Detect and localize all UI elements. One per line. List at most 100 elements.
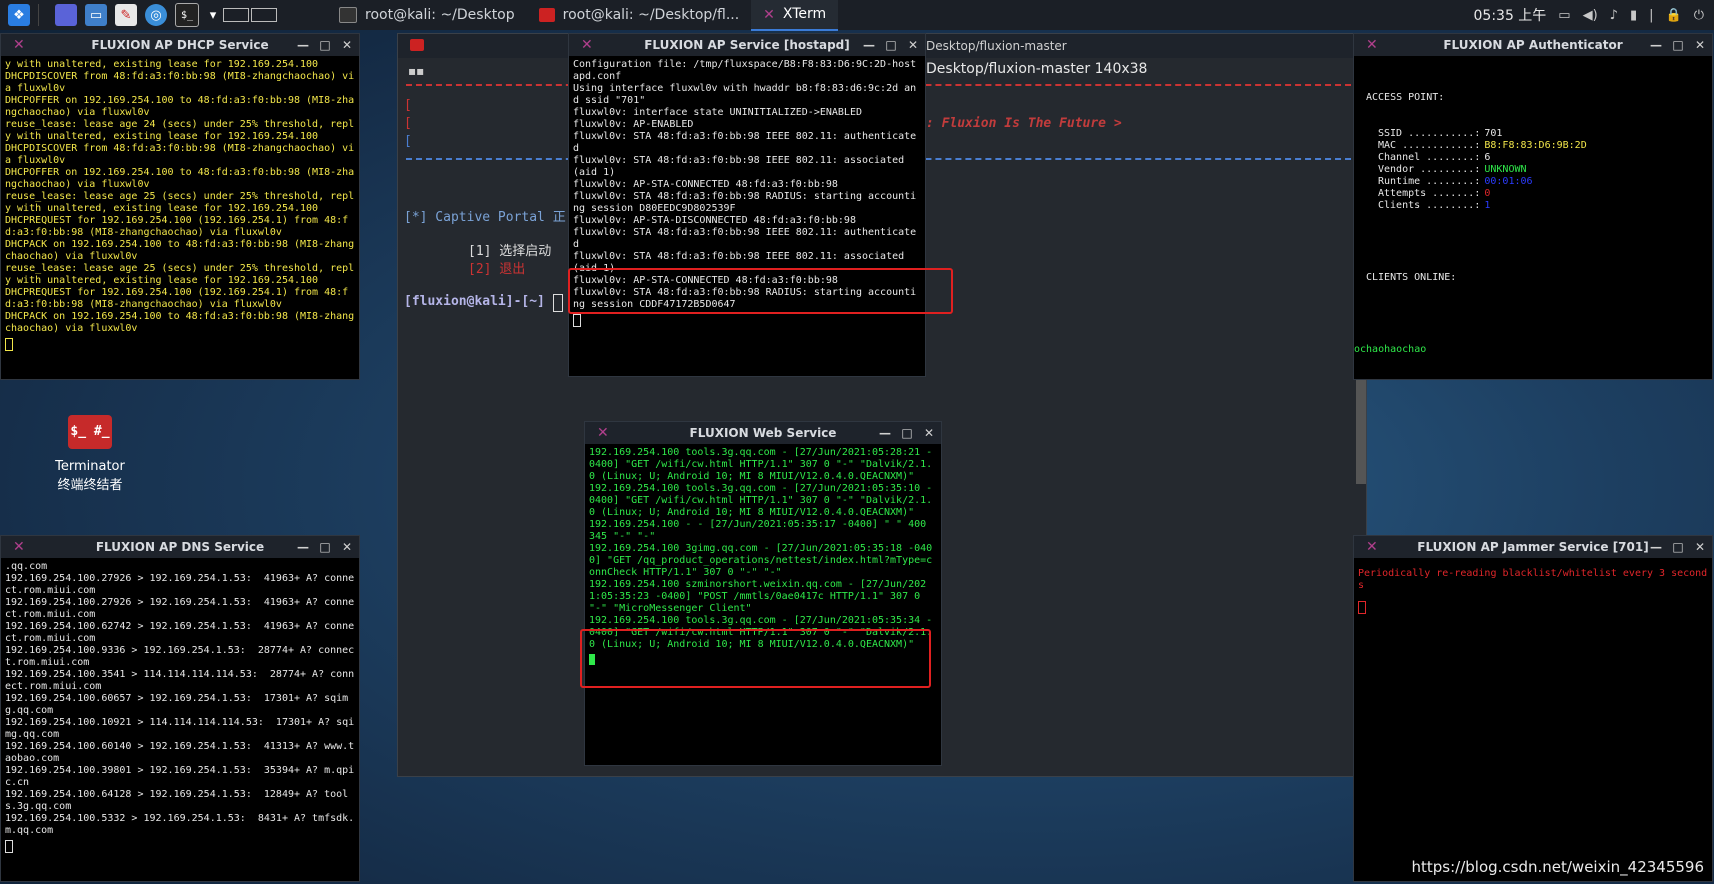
- main-terminal-cursor: [553, 294, 563, 312]
- close-icon[interactable]: ✕: [341, 540, 353, 554]
- xterm-logo-icon: ✕: [597, 425, 609, 441]
- auth-row: SSID ...........: 701: [1378, 128, 1700, 140]
- terminal-menu-icon[interactable]: ▪▪: [408, 64, 424, 78]
- banner-text: : Fluxion Is The Future >: [926, 116, 1122, 131]
- dhcp-log: y with unaltered, existing lease for 192…: [5, 59, 355, 334]
- menu-option-1[interactable]: [1] 选择启动: [468, 240, 551, 259]
- dns-cursor-line: [1, 840, 359, 857]
- captive-portal-line: [*] Captive Portal 正: [404, 210, 566, 225]
- xterm-task-icon: ✕: [763, 7, 775, 23]
- auth-row: Clients ........: 1: [1378, 200, 1700, 212]
- minimize-icon[interactable]: —: [297, 38, 309, 52]
- desktop-icon[interactable]: [55, 4, 77, 26]
- terminal-task-icon: [538, 8, 555, 22]
- kali-menu-icon[interactable]: ❖: [8, 4, 30, 26]
- terminal-task-icon: [339, 7, 357, 23]
- chevron-down-icon[interactable]: ▾: [207, 4, 219, 26]
- auth-row-value: 1: [1484, 200, 1491, 211]
- battery-icon[interactable]: ▮: [1630, 8, 1637, 23]
- highlight-box-web: [580, 629, 931, 688]
- auth-row: MAC ............: B8:F8:83:D6:9B:2D: [1378, 140, 1700, 152]
- auth-info-rows: SSID ...........: 701 MAC ............: B8:…: [1366, 128, 1700, 212]
- auth-row-value: 6: [1484, 152, 1491, 163]
- cursor: [573, 314, 581, 327]
- dhcp-titlebar[interactable]: ✕ FLUXION AP DHCP Service — □ ✕: [1, 34, 359, 56]
- main-terminal-subtitle: Desktop/fluxion-master 140x38: [926, 61, 1148, 77]
- maximize-icon[interactable]: □: [319, 38, 331, 52]
- web-service-window[interactable]: ✕ FLUXION Web Service — □ ✕ 192.169.254.10…: [584, 421, 942, 766]
- banner-bracket-2: [: [404, 116, 412, 131]
- display-icon[interactable]: ▭: [1558, 8, 1570, 23]
- workspace-2[interactable]: [251, 8, 277, 22]
- close-icon[interactable]: ✕: [923, 426, 935, 440]
- maximize-icon[interactable]: □: [901, 426, 913, 440]
- close-icon[interactable]: ✕: [1694, 540, 1706, 554]
- access-point-heading: ACCESS POINT:: [1366, 92, 1445, 103]
- task-terminal-desktop[interactable]: root@kali: ~/Desktop: [327, 0, 527, 30]
- power-icon[interactable]: ⏻: [1694, 8, 1704, 23]
- system-tray: 05:35 上午 ▭ ◀) ♪ ▮ | 🔒 ⏻: [1474, 0, 1714, 30]
- auth-row-value: 701: [1484, 128, 1503, 139]
- cursor: [1358, 601, 1366, 614]
- dhcp-cursor-line: [1, 338, 359, 355]
- menu-option-2[interactable]: [2] 退出: [468, 258, 525, 277]
- jammer-titlebar[interactable]: ✕ FLUXION AP Jammer Service [701] — □ ✕: [1354, 536, 1712, 558]
- notification-bell-icon[interactable]: ♪: [1610, 8, 1618, 23]
- highlight-box-hostapd: [568, 268, 953, 314]
- workspace-switcher[interactable]: [223, 8, 277, 22]
- auth-row-value: UNKNOWN: [1484, 164, 1527, 175]
- web-titlebar[interactable]: ✕ FLUXION Web Service — □ ✕: [585, 422, 941, 444]
- maximize-icon[interactable]: □: [885, 38, 897, 52]
- maximize-icon[interactable]: □: [319, 540, 331, 554]
- terminator-icon: $_ #_: [68, 415, 112, 449]
- desktop-icon-label: Terminator: [55, 459, 125, 474]
- terminal-icon[interactable]: $_: [175, 3, 199, 27]
- auth-row: Channel ........: 6: [1378, 152, 1700, 164]
- maximize-icon[interactable]: □: [1672, 540, 1684, 554]
- main-terminal-title: Desktop/fluxion-master: [926, 39, 1067, 53]
- client-name: ochaohaochao: [1354, 344, 1427, 355]
- minimize-icon[interactable]: —: [879, 426, 891, 440]
- dhcp-service-window[interactable]: ✕ FLUXION AP DHCP Service — □ ✕ y with una…: [0, 33, 360, 380]
- close-icon[interactable]: ✕: [341, 38, 353, 52]
- volume-icon[interactable]: ◀): [1583, 8, 1598, 23]
- minimize-icon[interactable]: —: [1650, 540, 1662, 554]
- task-label: root@kali: ~/Desktop: [365, 7, 515, 23]
- xterm-logo-icon: ✕: [13, 37, 25, 53]
- auth-row-value: 0: [1484, 188, 1491, 199]
- task-label: root@kali: ~/Desktop/fl...: [562, 7, 740, 23]
- browser-icon[interactable]: ◎: [145, 4, 167, 26]
- authenticator-titlebar[interactable]: ✕ FLUXION AP Authenticator — □ ✕: [1354, 34, 1712, 56]
- authenticator-body: ACCESS POINT: SSID ...........: 701 MAC ..…: [1354, 56, 1712, 380]
- minimize-icon[interactable]: —: [1650, 38, 1662, 52]
- hostapd-window[interactable]: ✕ FLUXION AP Service [hostapd] — □ ✕ Confi…: [568, 33, 926, 377]
- text-editor-icon[interactable]: ✎: [115, 4, 137, 26]
- jammer-window[interactable]: ✕ FLUXION AP Jammer Service [701] — □ ✕ Pe…: [1353, 535, 1713, 882]
- cursor: [5, 338, 13, 351]
- dns-titlebar[interactable]: ✕ FLUXION AP DNS Service — □ ✕: [1, 536, 359, 558]
- auth-row-label: MAC ............:: [1378, 140, 1481, 151]
- close-icon[interactable]: ✕: [1694, 38, 1706, 52]
- task-xterm[interactable]: ✕ XTerm: [751, 0, 839, 31]
- hostapd-titlebar[interactable]: ✕ FLUXION AP Service [hostapd] — □ ✕: [569, 34, 925, 56]
- taskbar: ❖ ▭ ✎ ◎ $_ ▾ root@kali: ~/Desktop root@k…: [0, 0, 1714, 31]
- hostapd-cursor-line: [569, 314, 925, 331]
- file-manager-icon[interactable]: ▭: [85, 4, 107, 26]
- lock-icon[interactable]: 🔒: [1666, 8, 1682, 23]
- workspace-1[interactable]: [223, 8, 249, 22]
- banner-bracket-3: [: [404, 134, 412, 149]
- dns-service-window[interactable]: ✕ FLUXION AP DNS Service — □ ✕ .qq.com 192…: [0, 535, 360, 882]
- xterm-logo-icon: ✕: [1366, 539, 1378, 555]
- task-terminal-fluxion[interactable]: root@kali: ~/Desktop/fl...: [527, 0, 752, 30]
- maximize-icon[interactable]: □: [1672, 38, 1684, 52]
- desktop-icon-label-cn: 终端终结者: [57, 478, 123, 493]
- auth-row-label: Channel ........:: [1378, 152, 1481, 163]
- close-icon[interactable]: ✕: [907, 38, 919, 52]
- terminator-desktop-icon[interactable]: $_ #_ Terminator 终端终结者: [30, 415, 150, 493]
- auth-row: Vendor .........: UNKNOWN: [1378, 164, 1700, 176]
- authenticator-window[interactable]: ✕ FLUXION AP Authenticator — □ ✕ ACCESS PO…: [1353, 33, 1713, 380]
- banner-bracket-1: [: [404, 98, 412, 113]
- minimize-icon[interactable]: —: [297, 540, 309, 554]
- clock[interactable]: 05:35 上午: [1474, 5, 1547, 25]
- minimize-icon[interactable]: —: [863, 38, 875, 52]
